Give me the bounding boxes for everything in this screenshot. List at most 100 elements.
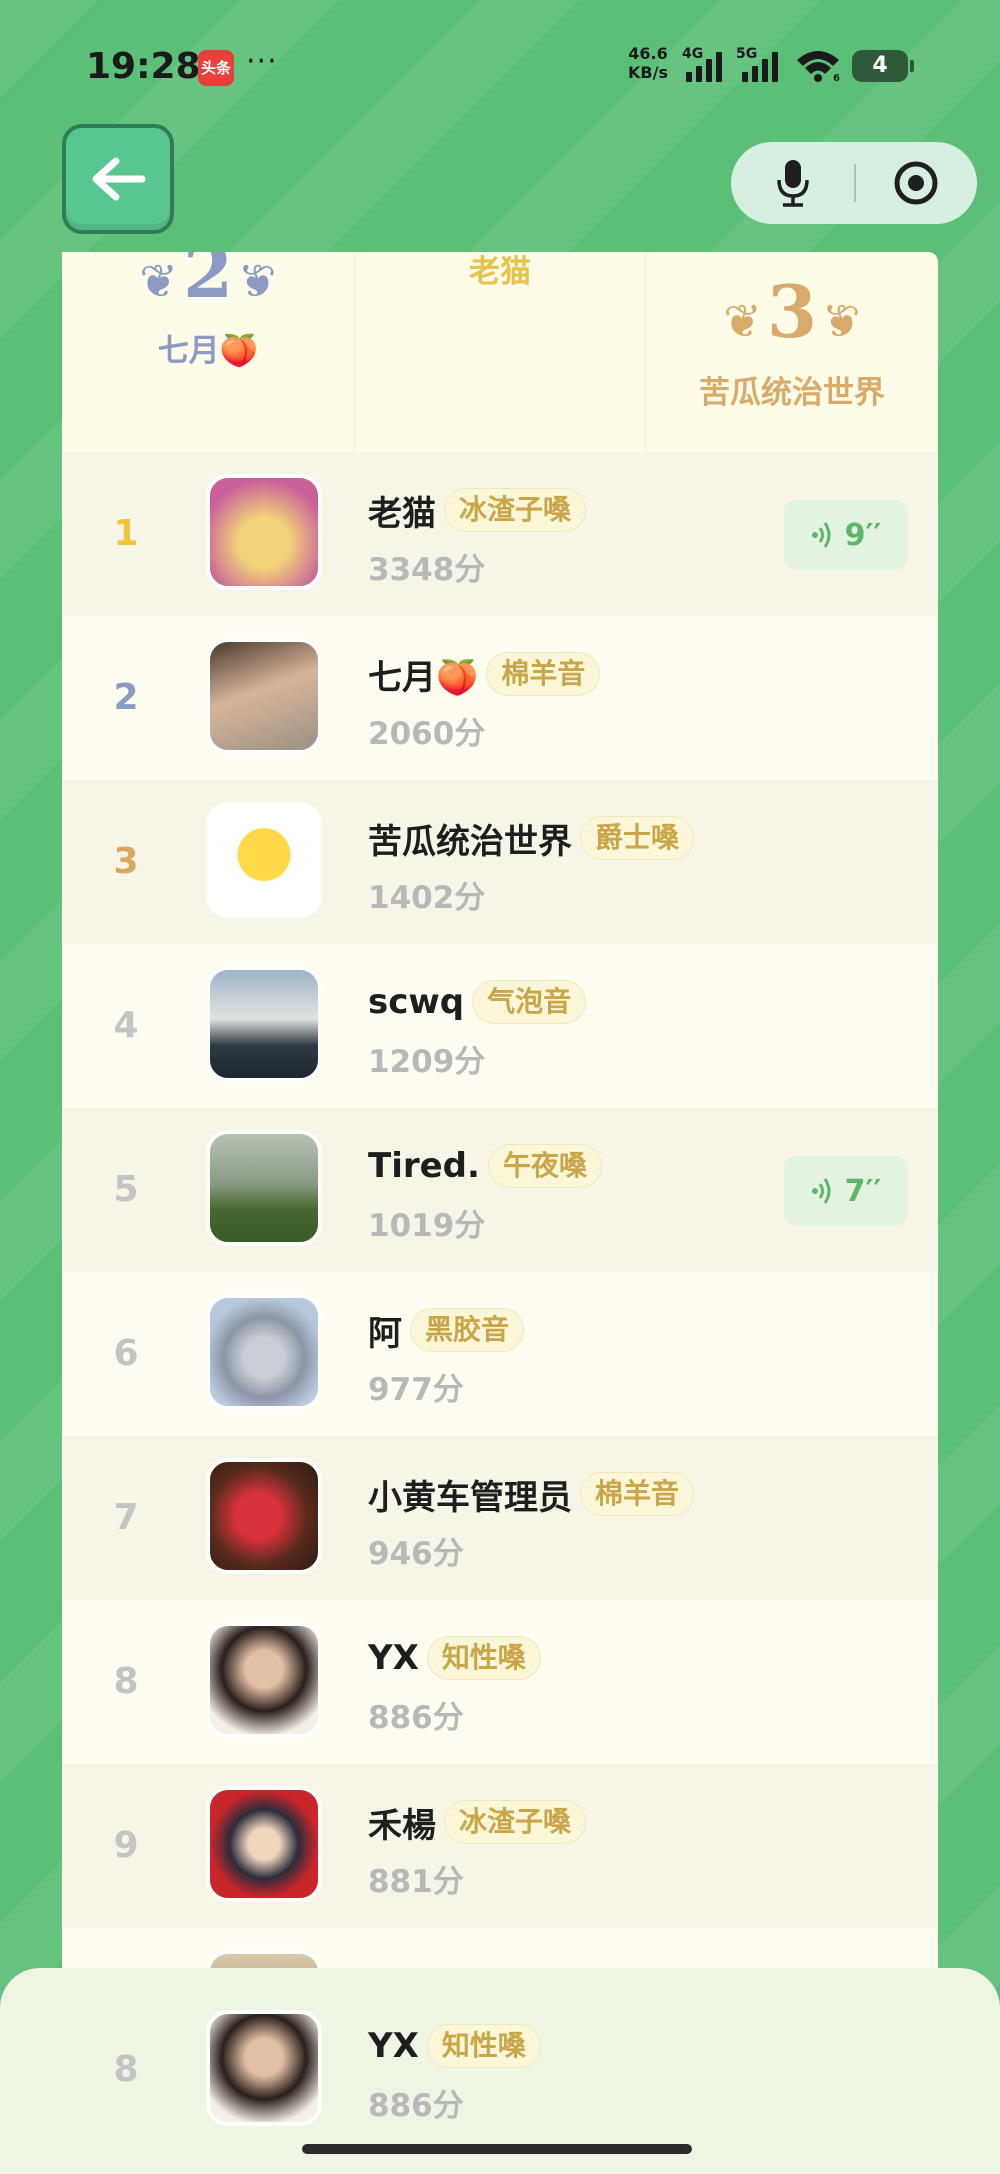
avatar[interactable] — [206, 1458, 322, 1574]
ranking-row[interactable]: 5 Tired. 午夜嗓 1019分 7′′ — [62, 1108, 938, 1272]
voice-type-tag: 冰渣子嗓 — [444, 488, 587, 532]
voice-duration: 7′′ — [844, 1173, 882, 1209]
avatar[interactable] — [206, 474, 322, 590]
user-name: YX — [368, 1638, 419, 1678]
sound-wave-icon — [811, 522, 831, 548]
user-score: 946分 — [368, 1536, 464, 1572]
rank-number: 5 — [113, 1169, 139, 1210]
avatar[interactable] — [206, 1294, 322, 1410]
rank-number: 4 — [113, 1005, 139, 1046]
voice-type-tag: 爵士嗓 — [580, 816, 695, 860]
podium: ❦ 2 ❦ 七月🍑 老猫 ❦ 3 ❦ 苦瓜统治世界 — [62, 252, 938, 452]
network-speed-value: 46.6 — [628, 44, 668, 63]
wifi-icon: 6 — [797, 51, 840, 82]
wifi-sub: 6 — [833, 73, 840, 82]
podium-first-name: 老猫 — [469, 254, 531, 290]
rank-number: 2 — [113, 677, 139, 718]
voice-duration: 9′′ — [844, 517, 882, 553]
ranking-row[interactable]: 8 YX 知性嗓 886分 — [62, 1600, 938, 1764]
more-notifications-icon: ··· — [246, 44, 278, 79]
avatar[interactable] — [206, 966, 322, 1082]
voice-type-tag: 知性嗓 — [426, 1636, 541, 1680]
podium-second-rank: 2 — [182, 252, 234, 314]
avatar[interactable] — [206, 1130, 322, 1246]
podium-third-rank: 3 — [766, 269, 818, 354]
user-name: Tired. — [368, 1146, 480, 1186]
voice-type-tag: 气泡音 — [472, 980, 587, 1024]
battery-icon: 4 — [852, 50, 914, 82]
podium-second-name: 七月🍑 — [157, 333, 259, 369]
voice-type-tag: 棉羊音 — [580, 1472, 695, 1516]
voice-type-tag: 午夜嗓 — [487, 1144, 602, 1188]
user-score: 881分 — [368, 1864, 464, 1900]
ranking-row[interactable]: 4 scwq 气泡音 1209分 — [62, 944, 938, 1108]
signal-bars-icon — [686, 50, 726, 82]
microphone-button[interactable] — [731, 142, 854, 224]
rank-number: 6 — [113, 1333, 139, 1374]
avatar[interactable] — [206, 638, 322, 754]
user-score: 1209分 — [368, 1044, 486, 1080]
network-speed: 46.6 KB/s — [628, 44, 668, 82]
podium-third-name: 苦瓜统治世界 — [699, 375, 885, 411]
arrow-left-icon — [92, 157, 146, 201]
avatar[interactable] — [206, 802, 322, 918]
status-bar: 19:28 头条 ··· 46.6 KB/s 4G 5G 6 4 — [0, 0, 1000, 130]
my-user-name: YX — [368, 2026, 419, 2066]
user-name: 七月🍑 — [368, 657, 479, 698]
rank-number: 3 — [113, 841, 139, 882]
sound-wave-icon — [811, 1178, 831, 1204]
ranking-card: ❦ 2 ❦ 七月🍑 老猫 ❦ 3 ❦ 苦瓜统治世界 1 老猫 冰渣子嗓 3348… — [62, 252, 938, 2174]
ranking-row[interactable]: 7 小黄车管理员 棉羊音 946分 — [62, 1436, 938, 1600]
user-score: 886分 — [368, 1700, 464, 1736]
ranking-row[interactable]: 6 阿 黑胶音 977分 — [62, 1272, 938, 1436]
laurel-left-icon: ❦ — [723, 294, 762, 348]
ranking-row[interactable]: 9 禾楊 冰渣子嗓 881分 — [62, 1764, 938, 1928]
laurel-right-icon: ❦ — [822, 294, 861, 348]
user-name: 苦瓜统治世界 — [368, 821, 572, 862]
user-score: 977分 — [368, 1372, 464, 1408]
user-score: 1402分 — [368, 880, 486, 916]
laurel-left-icon: ❦ — [139, 254, 178, 308]
my-rank-row[interactable]: 8 YX 知性嗓 886分 — [62, 1988, 938, 2152]
ranking-row[interactable]: 2 七月🍑 棉羊音 2060分 — [62, 616, 938, 780]
mini-program-capsule — [731, 142, 977, 224]
podium-first[interactable]: 老猫 — [354, 252, 646, 452]
toutiao-app-icon: 头条 — [198, 50, 234, 86]
user-score: 3348分 — [368, 552, 486, 588]
podium-third[interactable]: ❦ 3 ❦ 苦瓜统治世界 — [646, 252, 938, 452]
user-score: 1019分 — [368, 1208, 486, 1244]
user-score: 2060分 — [368, 716, 486, 752]
my-voice-type-tag: 知性嗓 — [426, 2024, 541, 2068]
voice-type-tag: 棉羊音 — [486, 652, 601, 696]
rank-number: 8 — [113, 1661, 139, 1702]
rank-number: 9 — [113, 1825, 139, 1866]
network-speed-unit: KB/s — [628, 63, 668, 82]
ranking-row[interactable]: 3 苦瓜统治世界 爵士嗓 1402分 — [62, 780, 938, 944]
user-name: 小黄车管理员 — [368, 1477, 572, 1518]
user-name: 阿 — [368, 1313, 402, 1354]
avatar[interactable] — [206, 1622, 322, 1738]
rank-number: 7 — [113, 1497, 139, 1538]
my-rank-number: 8 — [113, 2049, 139, 2090]
rank-number: 1 — [113, 513, 139, 554]
back-button[interactable] — [62, 124, 174, 234]
my-user-score: 886分 — [368, 2088, 464, 2124]
voice-type-tag: 冰渣子嗓 — [444, 1800, 587, 1844]
user-name: scwq — [368, 982, 465, 1022]
record-button[interactable] — [854, 142, 977, 224]
ranking-row[interactable]: 1 老猫 冰渣子嗓 3348分 9′′ — [62, 452, 938, 616]
avatar[interactable] — [206, 1786, 322, 1902]
signal-bars-icon — [742, 50, 782, 82]
home-indicator[interactable] — [302, 2144, 692, 2154]
target-icon — [894, 161, 937, 205]
voice-play-button[interactable]: 9′′ — [784, 500, 908, 570]
laurel-right-icon: ❦ — [238, 254, 277, 308]
user-name: 禾楊 — [368, 1805, 436, 1846]
voice-type-tag: 黑胶音 — [410, 1308, 525, 1352]
voice-play-button[interactable]: 7′′ — [784, 1156, 908, 1226]
microphone-icon — [776, 160, 809, 207]
podium-second[interactable]: ❦ 2 ❦ 七月🍑 — [62, 252, 354, 452]
my-avatar[interactable] — [206, 2010, 322, 2126]
status-time: 19:28 — [86, 46, 201, 87]
user-name: 老猫 — [368, 493, 436, 534]
